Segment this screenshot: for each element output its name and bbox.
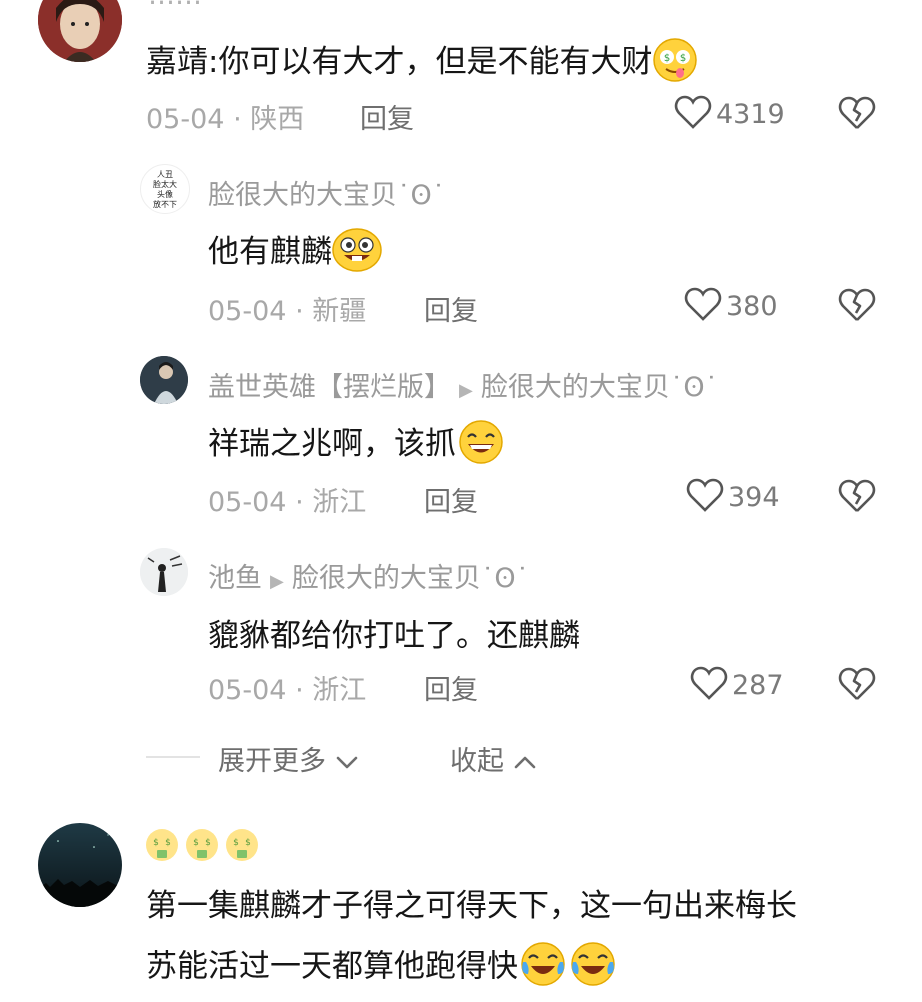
- commenter-avatar[interactable]: [38, 823, 122, 907]
- money-face-emoji: $ $: [224, 827, 260, 867]
- like-count: 4319: [716, 98, 785, 130]
- reply-text: 他有麒麟: [208, 226, 382, 281]
- like-button[interactable]: 394: [686, 477, 780, 517]
- reply-nickname[interactable]: 盖世英雄【摆烂版】: [208, 372, 451, 403]
- svg-text:头像: 头像: [157, 189, 173, 199]
- broken-heart-icon: [838, 288, 876, 327]
- comment-location: 浙江: [312, 487, 367, 518]
- svg-text:$: $: [245, 838, 251, 848]
- svg-text:$: $: [193, 838, 199, 848]
- reply-avatar[interactable]: 人丑 脸太大 头像 放不下: [140, 164, 190, 214]
- comment-location: 陕西: [250, 104, 305, 135]
- expand-more-label: 展开更多: [218, 746, 326, 777]
- svg-text:人丑: 人丑: [157, 170, 173, 179]
- comment-date: 05-04: [208, 487, 287, 518]
- comment-text-line2: 苏能活过一天都算他跑得快: [146, 940, 618, 996]
- reply-nickname[interactable]: 池鱼: [208, 563, 262, 594]
- heart-icon: [674, 94, 712, 134]
- grinning-sweat-emoji: [456, 419, 506, 473]
- reply-text-content: 祥瑞之兆啊，该抓: [208, 426, 456, 462]
- expand-more-button[interactable]: 展开更多: [218, 739, 359, 778]
- comment-date: 05-04: [208, 675, 287, 706]
- dislike-button[interactable]: [838, 95, 876, 135]
- reply-avatar[interactable]: [140, 356, 188, 404]
- broken-heart-icon: [838, 479, 876, 518]
- dislike-button[interactable]: [838, 287, 876, 327]
- comment-date: 05-04: [208, 296, 287, 327]
- svg-text:$: $: [165, 838, 171, 848]
- money-face-emoji: $ $: [184, 827, 220, 867]
- broken-heart-icon: [838, 96, 876, 135]
- svg-text:脸太大: 脸太大: [153, 179, 177, 189]
- comment-location: 新疆: [312, 296, 367, 327]
- tears-of-joy-emoji: [568, 940, 618, 996]
- like-count: 380: [726, 290, 778, 322]
- reply-text: 貔貅都给你打吐了。还麒麟: [208, 618, 580, 654]
- reply-button[interactable]: 回复: [424, 480, 478, 519]
- reply-button[interactable]: 回复: [424, 668, 478, 707]
- comment-date: 05-04: [146, 104, 225, 135]
- reply-button[interactable]: 回复: [360, 97, 414, 136]
- top-comment-meta: 05-04 · 陕西: [146, 104, 305, 135]
- reply-meta: 05-04 · 新疆: [208, 296, 367, 327]
- heart-icon: [684, 286, 722, 326]
- like-button[interactable]: 380: [684, 286, 778, 326]
- comment-text-line1: 第一集麒麟才子得之可得天下，这一句出来梅长: [146, 888, 797, 924]
- top-comment-nickname-cut: ……: [148, 0, 202, 11]
- comment-location: 浙江: [312, 675, 367, 706]
- reply-text-content: 他有麒麟: [208, 234, 332, 270]
- svg-text:$: $: [153, 838, 159, 848]
- reply-nickname[interactable]: 脸很大的大宝贝˙ʘ˙: [208, 173, 445, 212]
- like-button[interactable]: 4319: [674, 94, 785, 134]
- reply-arrow-icon: ▶: [459, 380, 473, 401]
- chevron-down-icon: [335, 746, 359, 777]
- broken-heart-icon: [838, 667, 876, 706]
- comment-text-content: 苏能活过一天都算他跑得快: [146, 948, 518, 985]
- like-count: 394: [728, 481, 780, 513]
- top-comment-text-content: 嘉靖:你可以有大才，但是不能有大财: [146, 44, 653, 80]
- svg-text:$: $: [233, 838, 239, 848]
- collapse-button[interactable]: 收起: [450, 739, 537, 778]
- reply-meta: 05-04 · 浙江: [208, 675, 367, 706]
- reply-to-nickname[interactable]: 脸很大的大宝贝˙ʘ˙: [481, 372, 718, 403]
- svg-text:$: $: [205, 838, 211, 848]
- reply-nickname-line: 池鱼 ▶ 脸很大的大宝贝˙ʘ˙: [208, 556, 529, 595]
- tears-of-joy-emoji: [518, 940, 568, 996]
- collapse-label: 收起: [450, 746, 504, 777]
- reply-nickname-line: 盖世英雄【摆烂版】 ▶ 脸很大的大宝贝˙ʘ˙: [208, 365, 718, 404]
- reply-arrow-icon: ▶: [270, 571, 284, 592]
- commenter-avatar[interactable]: [38, 0, 122, 62]
- dislike-button[interactable]: [838, 666, 876, 706]
- svg-text:放不下: 放不下: [153, 199, 177, 209]
- top-comment-text: 嘉靖:你可以有大才，但是不能有大财 $ $: [146, 36, 698, 91]
- reply-meta: 05-04 · 浙江: [208, 487, 367, 518]
- heart-icon: [686, 477, 724, 517]
- like-count: 287: [732, 669, 784, 701]
- svg-text:$: $: [680, 53, 686, 64]
- money-face-emojis: $ $ $ $ $ $: [144, 827, 260, 867]
- svg-text:$: $: [664, 53, 670, 64]
- reply-text: 祥瑞之兆啊，该抓: [208, 418, 506, 473]
- reply-button[interactable]: 回复: [424, 289, 478, 328]
- divider-line: [146, 756, 200, 758]
- drooling-money-emoji: $ $: [652, 37, 698, 91]
- reply-to-nickname[interactable]: 脸很大的大宝贝˙ʘ˙: [292, 563, 529, 594]
- like-button[interactable]: 287: [690, 665, 784, 705]
- dislike-button[interactable]: [838, 478, 876, 518]
- reply-avatar[interactable]: [140, 548, 188, 596]
- money-face-emoji: $ $: [144, 827, 180, 867]
- heart-icon: [690, 665, 728, 705]
- chevron-up-icon: [513, 746, 537, 777]
- grinning-emoji: [332, 227, 382, 281]
